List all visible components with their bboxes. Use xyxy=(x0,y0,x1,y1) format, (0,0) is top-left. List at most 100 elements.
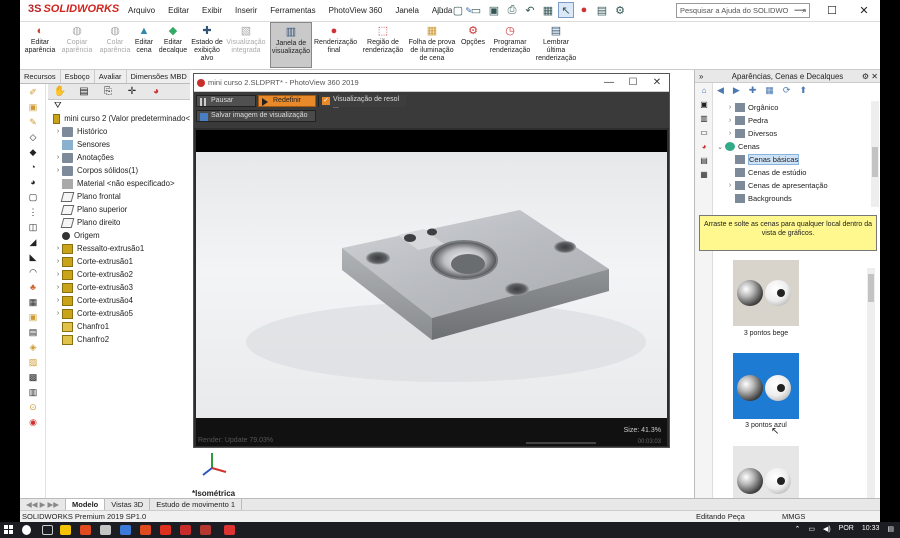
feature-tree-item[interactable]: › Corpos sólidos(1) xyxy=(54,164,190,177)
app-icon[interactable] xyxy=(120,525,131,535)
plane-tool-icon[interactable]: ◇ xyxy=(26,132,40,144)
up-arrow-icon[interactable]: ⌃ xyxy=(794,525,800,533)
app-icon[interactable] xyxy=(140,525,151,535)
measure-icon[interactable]: ▦ xyxy=(26,297,40,309)
close-icon[interactable]: ✕ xyxy=(848,0,880,20)
task-view-icon[interactable] xyxy=(42,525,53,535)
tab-recursos[interactable]: Recursos xyxy=(20,70,61,83)
feature-tree-item[interactable]: Chanfro2 xyxy=(54,333,190,346)
menu-inserir[interactable]: Inserir xyxy=(235,6,257,15)
folder-view-icon[interactable]: ▦ xyxy=(765,85,774,97)
undo-icon[interactable]: ↶ xyxy=(522,2,538,18)
schedule-render-button[interactable]: ◷ Programar renderização xyxy=(488,24,532,55)
reset-button[interactable]: Redefinir xyxy=(258,95,316,107)
pane-options-icon[interactable]: ⚙ ✕ xyxy=(862,70,878,83)
maximize-icon[interactable]: ☐ xyxy=(816,0,848,20)
feature-tree-item[interactable]: Material <não especificado> xyxy=(54,177,190,190)
appearances-tree-item[interactable]: › Orgânico xyxy=(713,101,869,114)
menu-janela[interactable]: Janela xyxy=(395,6,419,15)
feature-tree-item[interactable]: Plano superior xyxy=(54,203,190,216)
photoview-close-icon[interactable]: ✕ xyxy=(645,74,669,91)
feature-tree-item[interactable]: › Histórico xyxy=(54,125,190,138)
app-icon[interactable] xyxy=(160,525,171,535)
edit-scene-button[interactable]: ▲ Editar cena xyxy=(132,24,156,55)
expand-arrow-icon[interactable]: › xyxy=(54,245,62,252)
menu-photoview[interactable]: PhotoView 360 xyxy=(329,6,383,15)
mushroom-icon[interactable]: ♣ xyxy=(26,282,40,294)
mass-icon[interactable]: ▣ xyxy=(26,312,40,324)
solidworks-taskbar-icon[interactable] xyxy=(200,525,211,535)
expand-arrow-icon[interactable]: › xyxy=(54,297,62,304)
traffic-light-icon[interactable]: ● xyxy=(576,2,592,18)
hole-icon[interactable]: ⊙ xyxy=(26,402,40,414)
resolution-preview-toggle[interactable]: ✓ Visualização de resol ... xyxy=(318,95,406,110)
photoview-taskbar-icon[interactable] xyxy=(224,525,235,535)
back-icon[interactable]: ◀ xyxy=(717,85,724,97)
menu-arquivo[interactable]: Arquivo xyxy=(128,6,155,15)
expand-arrow-icon[interactable]: › xyxy=(54,167,62,174)
expand-arrow-icon[interactable]: › xyxy=(725,130,735,137)
tab-modelo[interactable]: Modelo xyxy=(66,499,106,510)
expand-arrow-icon[interactable]: › xyxy=(54,154,62,161)
scene-thumbnail[interactable] xyxy=(733,353,799,419)
sweep-icon[interactable]: ▨ xyxy=(26,357,40,369)
appearances-tree-item[interactable]: Backgrounds xyxy=(713,192,869,205)
loft-icon[interactable]: ▩ xyxy=(26,372,40,384)
language-indicator[interactable]: POR xyxy=(839,525,854,533)
file-explorer-tab-icon[interactable]: ▭ xyxy=(698,128,710,139)
select-pointer-icon[interactable]: ↖ xyxy=(558,2,574,18)
dimxpert-tab-icon[interactable]: ✛ xyxy=(120,84,144,100)
surface-icon[interactable]: ▥ xyxy=(26,387,40,399)
save-preview-image-button[interactable]: Salvar imagem de visualização xyxy=(196,110,316,122)
options-button[interactable]: ⚙ Opções xyxy=(460,24,486,47)
expand-arrow-icon[interactable]: › xyxy=(54,128,62,135)
appearances-tree-item[interactable]: › Pedra xyxy=(713,114,869,127)
dome-icon[interactable]: ◠ xyxy=(26,267,40,279)
appearances-tree-item[interactable]: › Diversos xyxy=(713,127,869,140)
menu-ferramentas[interactable]: Ferramentas xyxy=(270,6,315,15)
tree-scrollbar-thumb[interactable] xyxy=(872,147,878,177)
fillet-icon[interactable]: ◔ xyxy=(26,162,40,174)
target-display-state-button[interactable]: ✚ Estado de exibição alvo xyxy=(190,24,224,63)
smart-dimension-icon[interactable]: ✐ xyxy=(26,87,40,99)
units-selector[interactable]: MMGS xyxy=(782,512,805,521)
network-icon[interactable]: ▭ xyxy=(808,525,815,533)
feature-tree-item[interactable]: › Ressalto-extrusão1 xyxy=(54,242,190,255)
clock[interactable]: 10:33 xyxy=(862,525,880,533)
tree-scrollbar[interactable] xyxy=(871,101,879,207)
final-render-button[interactable]: ● Renderização final xyxy=(314,24,357,55)
draft-icon[interactable]: ◣ xyxy=(26,252,40,264)
menu-exibir[interactable]: Exibir xyxy=(202,6,222,15)
home-tab-icon[interactable]: ⌂ xyxy=(698,86,710,97)
feature-icon[interactable]: ▣ xyxy=(26,102,40,114)
photoview-minimize-icon[interactable]: — xyxy=(597,74,621,91)
rebuild-icon[interactable]: ▦ xyxy=(540,2,556,18)
feature-tree-tab-icon[interactable]: ✋ xyxy=(48,84,72,100)
proof-sheet-button[interactable]: ▦ Folha de prova de iluminação de cena xyxy=(406,24,458,63)
app-icon[interactable] xyxy=(100,525,111,535)
pattern-icon[interactable]: ⋮ xyxy=(26,207,40,219)
options-gear-icon[interactable]: ⚙ xyxy=(612,2,628,18)
feature-tree-item[interactable]: › Corte-extrusão2 xyxy=(54,268,190,281)
display-manager-tab-icon[interactable]: ◕ xyxy=(144,84,168,100)
property-manager-tab-icon[interactable]: ▤ xyxy=(72,84,96,100)
chrome-icon[interactable] xyxy=(180,525,191,535)
nav-arrows-icon[interactable]: ◀◀ ▶ ▶▶ xyxy=(20,499,67,510)
edit-appearance-button[interactable]: ◐ Editar aparência xyxy=(24,24,56,55)
edit-decal-button[interactable]: ◆ Editar decalque xyxy=(158,24,188,55)
curve-icon[interactable]: ◈ xyxy=(26,342,40,354)
photoview-maximize-icon[interactable]: ☐ xyxy=(621,74,645,91)
integrated-preview-button[interactable]: ▧ Visualização integrada xyxy=(226,24,266,55)
feature-tree-item[interactable]: › Corte-extrusão3 xyxy=(54,281,190,294)
feature-tree-item[interactable]: › Corte-extrusão4 xyxy=(54,294,190,307)
thumbnail-scrollbar[interactable] xyxy=(867,268,875,510)
tab-estudo-movimento[interactable]: Estudo de movimento 1 xyxy=(150,499,243,510)
expand-arrow-icon[interactable]: › xyxy=(54,284,62,291)
appearances-tree-item[interactable]: Cenas de estúdio xyxy=(713,166,869,179)
tab-esboco[interactable]: Esboço xyxy=(61,70,95,83)
new-document-icon[interactable]: ▢ xyxy=(450,2,466,18)
forward-icon[interactable]: ▶ xyxy=(733,85,740,97)
recall-last-render-button[interactable]: ▤ Lembrar última renderização xyxy=(534,24,578,63)
feature-tree-item[interactable]: Origem xyxy=(54,229,190,242)
feature-tree-item[interactable]: Plano frontal xyxy=(54,190,190,203)
